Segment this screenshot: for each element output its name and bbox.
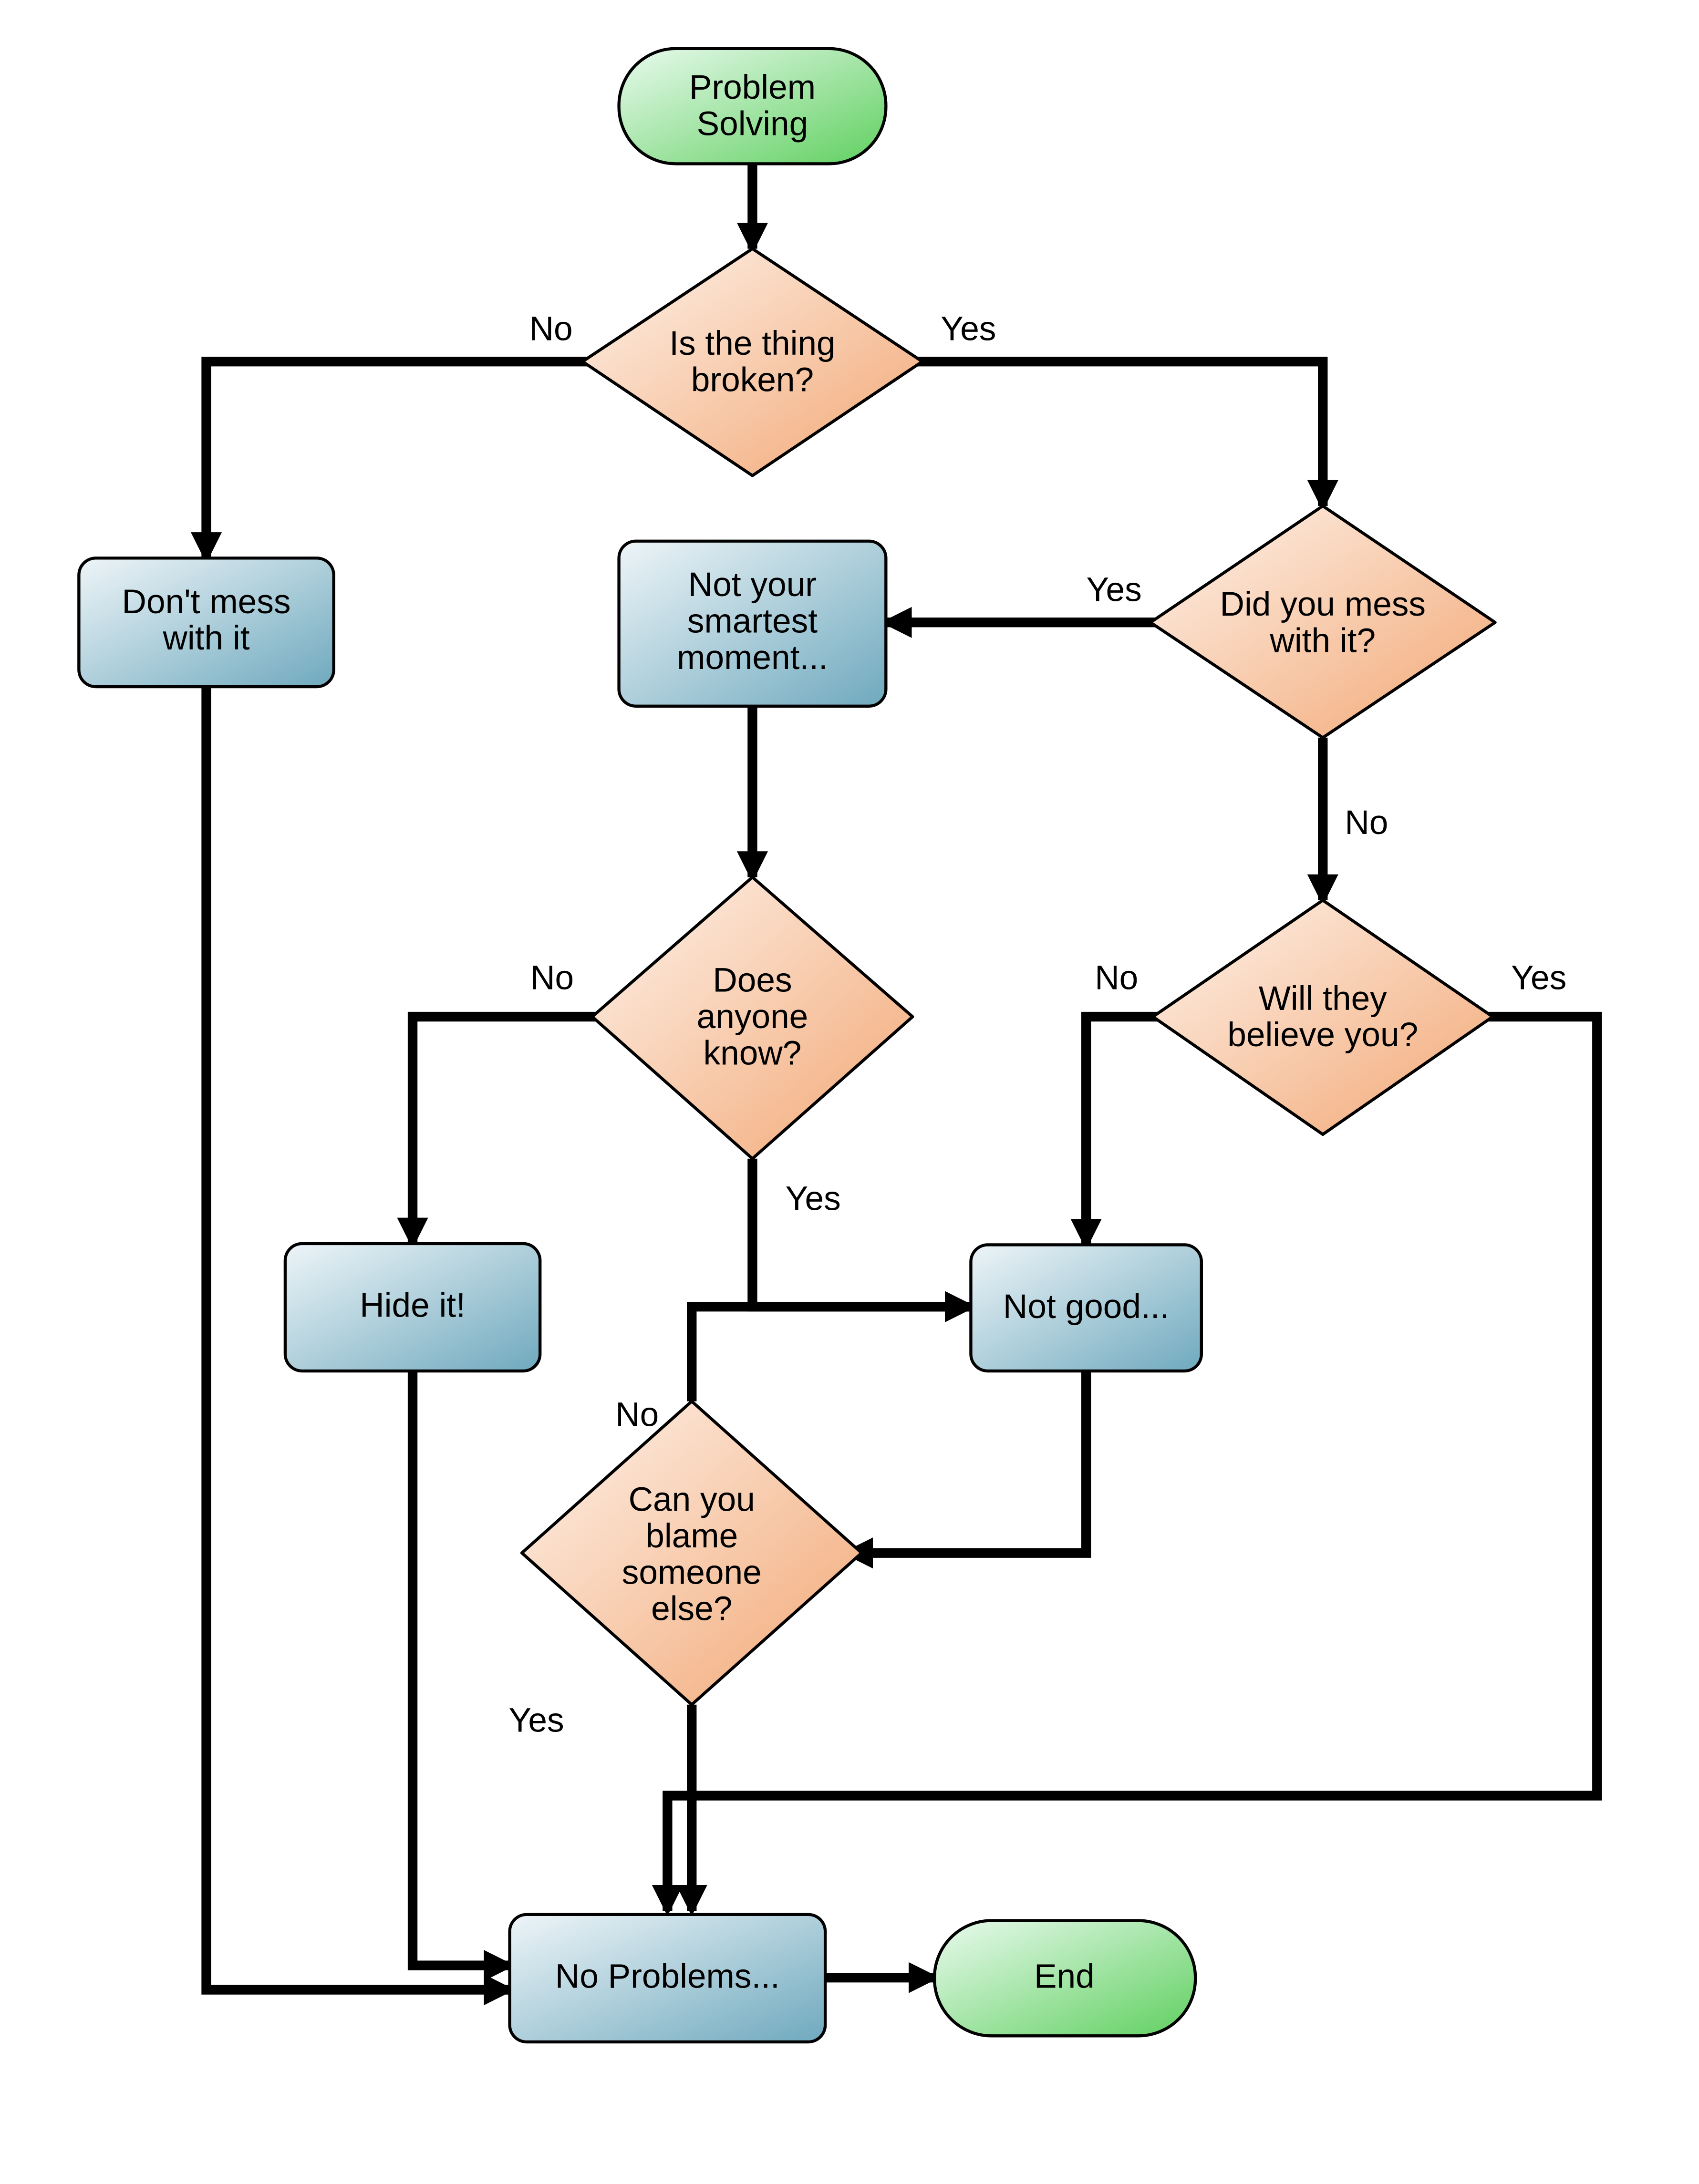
edge-label-did-you-mess-no: No xyxy=(1345,804,1388,842)
edge-hide-it-to-no-problems xyxy=(413,1371,510,1966)
node-can-blame-line3: someone xyxy=(622,1554,762,1591)
node-not-smartest-line3: moment... xyxy=(677,639,828,677)
node-can-blame-line4: else? xyxy=(651,1590,732,1628)
node-dont-mess-line1: Don't mess xyxy=(122,583,291,621)
node-is-broken-line2: broken? xyxy=(691,361,814,399)
node-not-smartest-line1: Not your xyxy=(688,566,817,604)
node-dont-mess-line2: with it xyxy=(163,619,250,657)
node-dont-mess: Don't mess with it xyxy=(79,558,333,687)
node-did-you-mess: Did you mess with it? xyxy=(1150,506,1495,738)
edge-label-will-believe-yes: Yes xyxy=(1511,959,1566,997)
edge-label-is-broken-yes: Yes xyxy=(941,310,996,348)
node-did-you-mess-line2: with it? xyxy=(1269,622,1376,659)
node-end: End xyxy=(934,1921,1195,2036)
node-no-problems: No Problems... xyxy=(510,1915,826,2042)
edge-will-believe-no xyxy=(1086,1017,1165,1245)
node-can-blame-line2: blame xyxy=(645,1517,738,1555)
node-start-line2: Solving xyxy=(697,105,808,143)
edge-can-blame-no xyxy=(692,1307,971,1401)
node-will-believe: Will they believe you? xyxy=(1153,900,1492,1134)
edge-label-does-anyone-yes: Yes xyxy=(786,1180,841,1218)
node-did-you-mess-line1: Did you mess xyxy=(1220,586,1426,623)
flowchart-canvas: No Yes Yes No No Yes No Yes No Yes Probl… xyxy=(0,0,1699,2184)
node-end-line1: End xyxy=(1034,1958,1095,1996)
edge-label-can-blame-yes: Yes xyxy=(508,1702,564,1740)
node-will-believe-line1: Will they xyxy=(1259,980,1387,1018)
edge-label-will-believe-no: No xyxy=(1095,959,1138,997)
edge-label-is-broken-no: No xyxy=(529,310,573,348)
edge-is-broken-no xyxy=(207,361,607,558)
edge-is-broken-yes xyxy=(898,361,1323,506)
node-not-good: Not good... xyxy=(971,1245,1201,1371)
node-does-anyone-line1: Does xyxy=(713,962,792,999)
node-does-anyone-line3: know? xyxy=(704,1034,802,1072)
node-hide-it-line1: Hide it! xyxy=(360,1287,466,1325)
edge-not-good-to-can-blame xyxy=(847,1371,1086,1553)
node-not-smartest-line2: smartest xyxy=(687,603,818,640)
edge-label-does-anyone-no: No xyxy=(530,959,574,997)
node-is-broken-line1: Is the thing xyxy=(669,325,835,362)
edge-label-can-blame-no: No xyxy=(615,1396,659,1434)
node-no-problems-line1: No Problems... xyxy=(555,1958,780,1996)
node-does-anyone-line2: anyone xyxy=(697,998,808,1036)
node-not-good-line1: Not good... xyxy=(1003,1288,1169,1326)
node-is-broken: Is the thing broken? xyxy=(582,249,922,476)
node-can-blame-line1: Can you xyxy=(629,1481,755,1519)
edge-does-anyone-no xyxy=(413,1017,607,1244)
node-hide-it: Hide it! xyxy=(285,1244,540,1371)
edge-label-did-you-mess-yes: Yes xyxy=(1087,571,1142,608)
node-does-anyone: Does anyone know? xyxy=(592,877,913,1159)
node-start-line1: Problem xyxy=(689,69,816,106)
node-not-smartest: Not your smartest moment... xyxy=(619,541,886,706)
node-will-believe-line2: believe you? xyxy=(1227,1016,1418,1054)
node-can-blame: Can you blame someone else? xyxy=(522,1401,861,1705)
edge-will-believe-yes xyxy=(667,1017,1597,1911)
node-start: Problem Solving xyxy=(619,49,886,164)
